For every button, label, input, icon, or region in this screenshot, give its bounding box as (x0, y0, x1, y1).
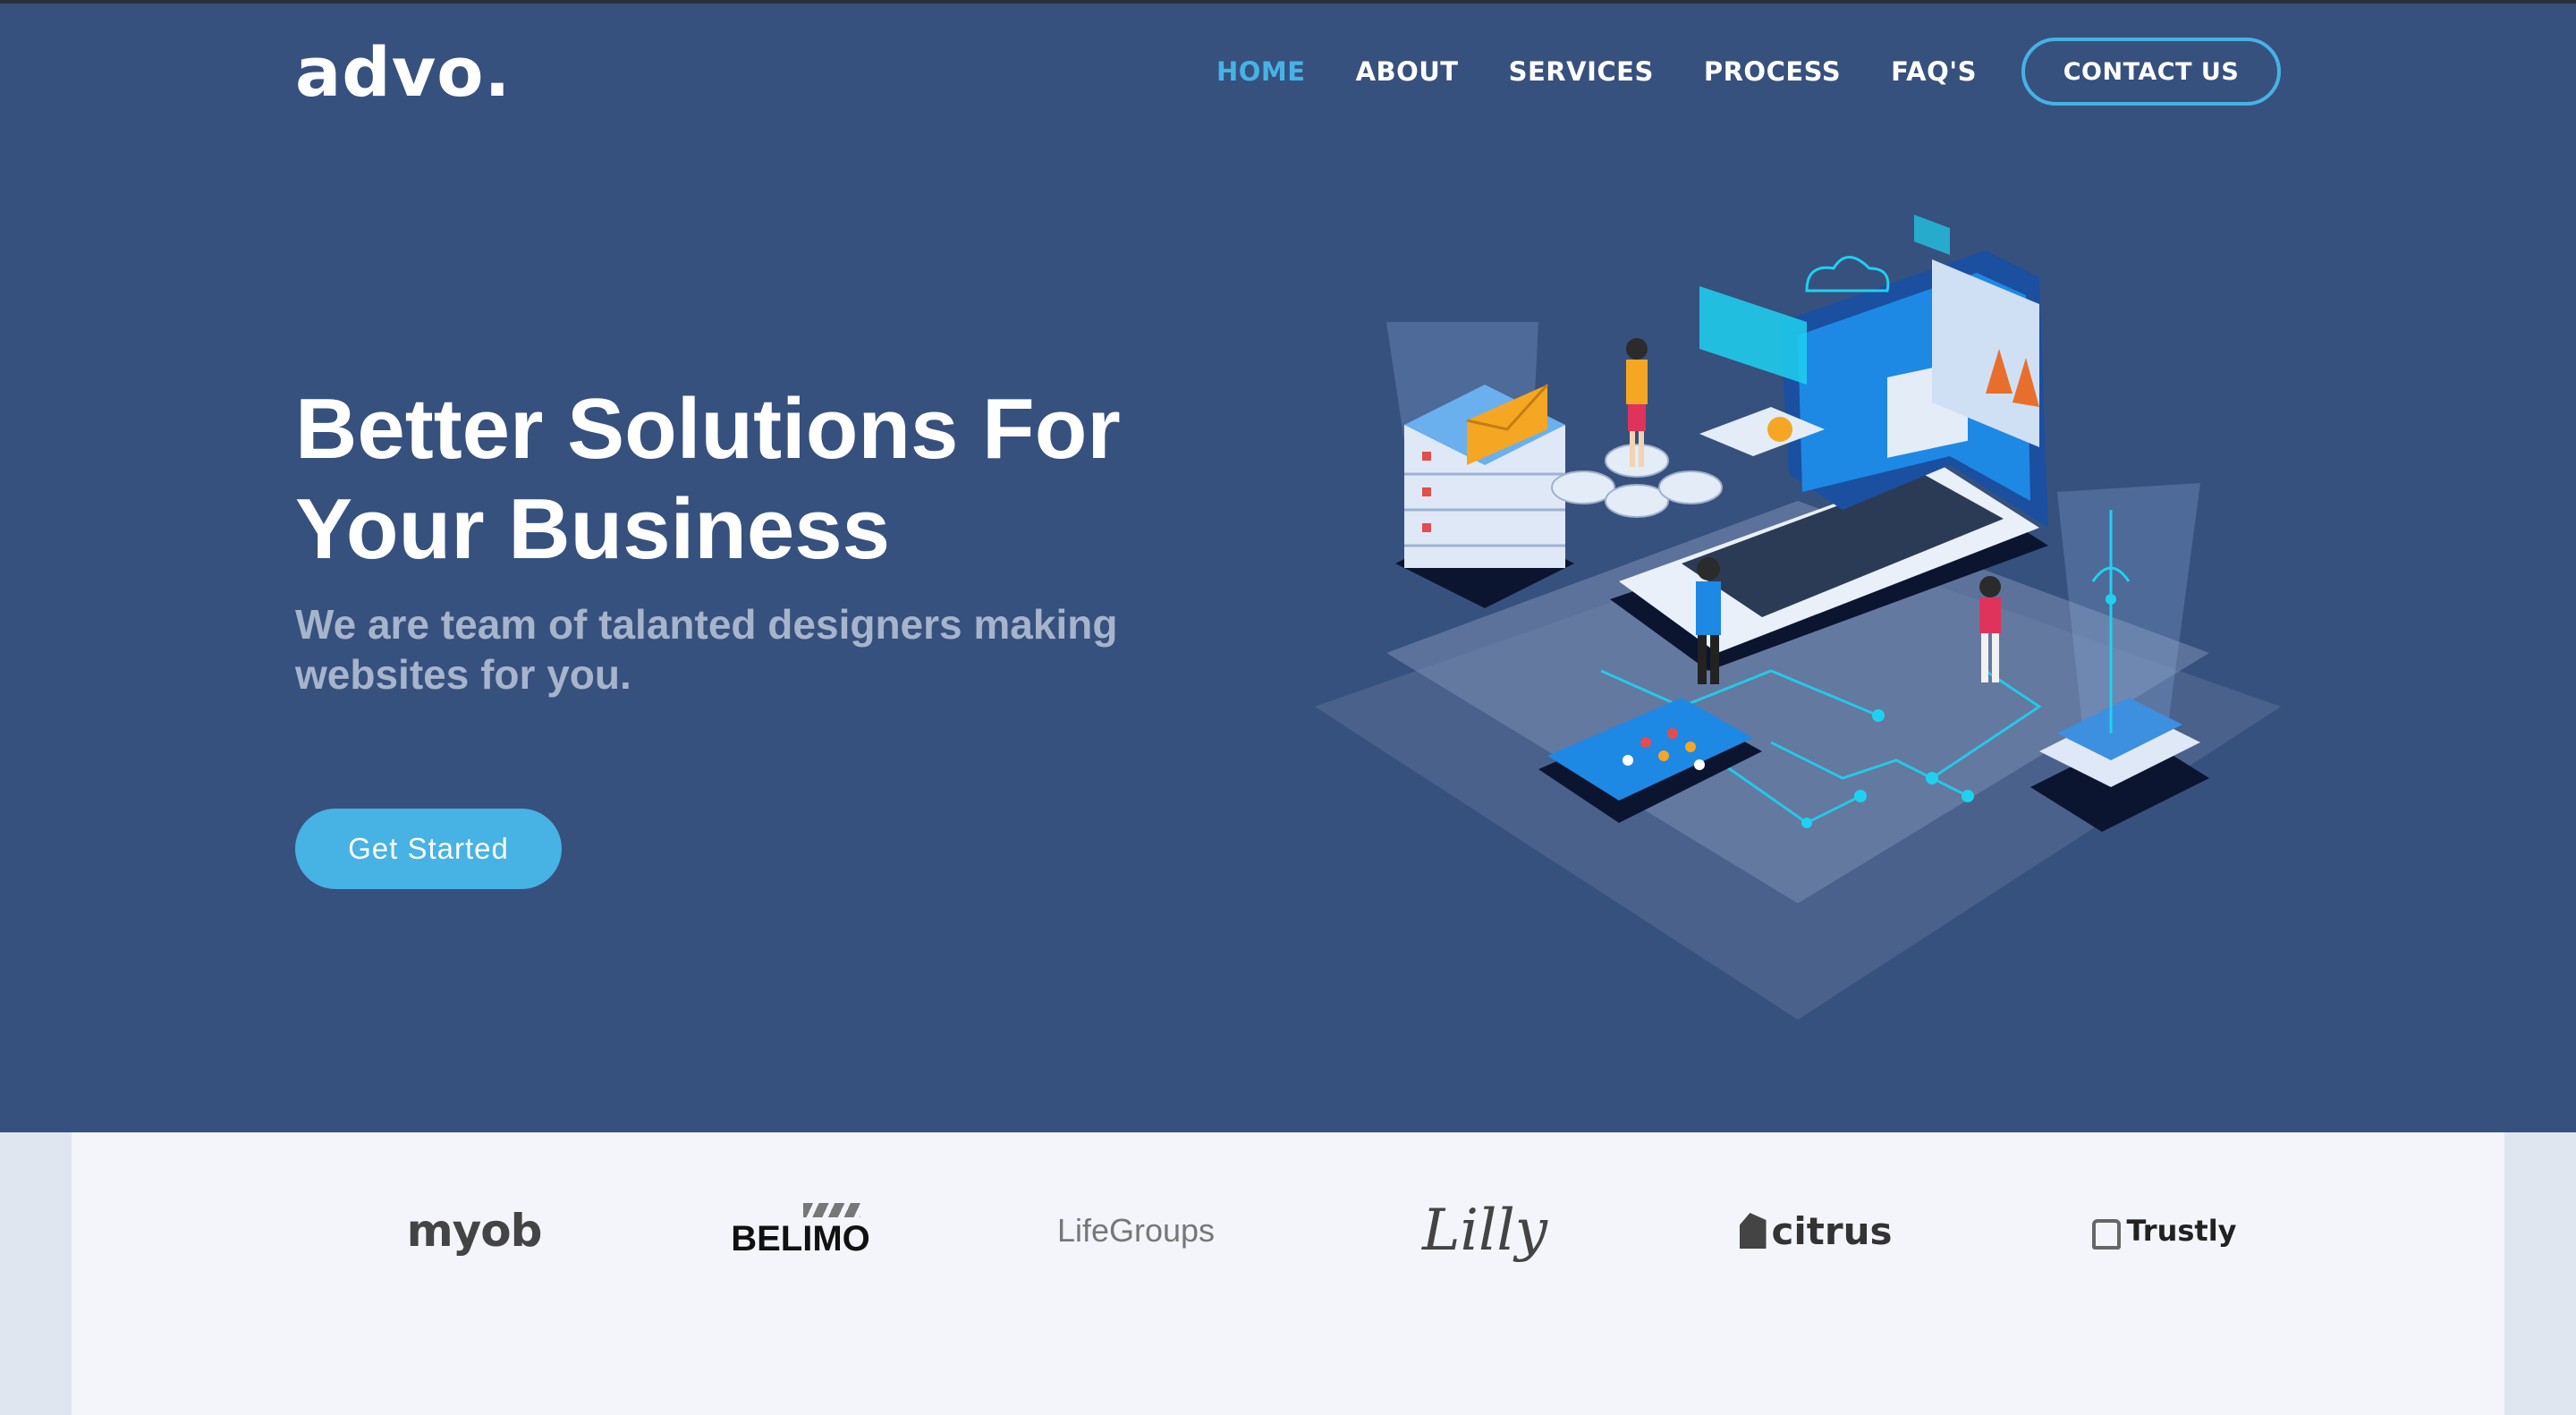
belimo-logo-text: BELIMO (731, 1218, 870, 1258)
myob-logo: myob (406, 1205, 543, 1257)
contact-us-button[interactable]: CONTACT US (2021, 38, 2281, 106)
isometric-tech-illustration (1315, 215, 2281, 1020)
lifegroups-logo-text: LifeGroups (1056, 1212, 1216, 1249)
nav-faqs[interactable]: FAQ'S (1891, 56, 1977, 87)
get-started-button[interactable]: Get Started (295, 809, 562, 889)
trustly-basket-icon (2092, 1219, 2122, 1250)
nav-home[interactable]: HOME (1216, 56, 1306, 87)
nav-process[interactable]: PROCESS (1704, 56, 1841, 87)
hero-title-line1: Better Solutions For (295, 381, 1121, 477)
belimo-logo: BELIMO (698, 1186, 903, 1275)
lifegroups-logo: LifeGroups (1038, 1186, 1234, 1275)
citrus-logo-text: citrus (1771, 1208, 1893, 1253)
trustly-logo-text: Trustly (2126, 1214, 2237, 1248)
site-logo[interactable]: advo. (295, 32, 511, 113)
nav-about[interactable]: ABOUT (1356, 56, 1459, 87)
trustly-logo: Trustly (2057, 1186, 2272, 1275)
hero-title: Better Solutions For Your Business (295, 379, 1279, 580)
clients-logo-strip: myob BELIMO LifeGroups Lilly citrus Trus… (72, 1132, 2504, 1415)
hero-section: advo. HOME ABOUT SERVICES PROCESS FAQ'S … (0, 4, 2576, 1132)
citrus-logo: citrus (1717, 1186, 1914, 1275)
hero-title-line2: Your Business (295, 481, 891, 577)
lilly-logo: Lilly (1421, 1198, 1548, 1264)
main-nav: HOME ABOUT SERVICES PROCESS FAQ'S CONTAC… (1166, 36, 2281, 107)
hero-subtitle: We are team of talanted designers making… (295, 601, 1118, 698)
citrus-icon (1739, 1213, 1767, 1249)
belimo-mark-icon (803, 1202, 860, 1217)
nav-services[interactable]: SERVICES (1509, 56, 1654, 87)
